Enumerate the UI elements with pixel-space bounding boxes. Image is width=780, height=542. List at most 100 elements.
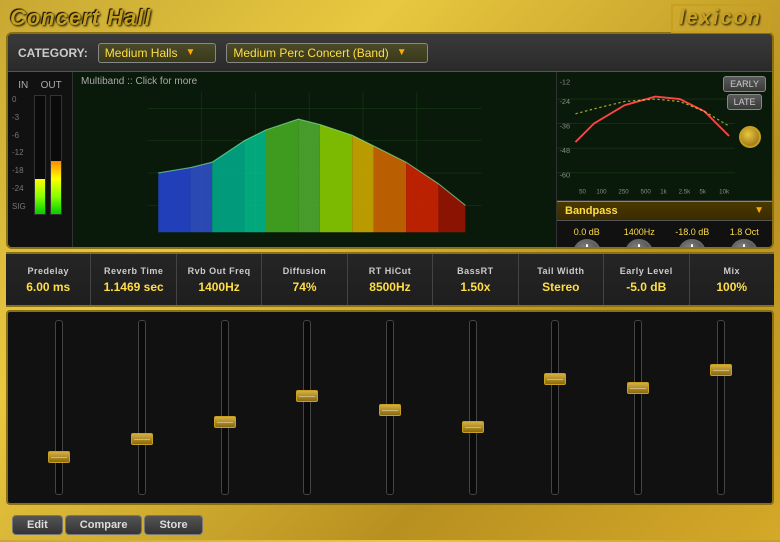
bandpass-bar[interactable]: Bandpass ▼ bbox=[557, 201, 772, 221]
scale-12: -12 bbox=[12, 148, 26, 157]
early-late-controls: EARLY LATE bbox=[723, 76, 766, 110]
fader-5 bbox=[349, 320, 432, 495]
eq-knob-level: 0.0 dB LEVEL bbox=[570, 227, 603, 249]
scale-sig: SIG bbox=[12, 202, 26, 211]
param-diffusion[interactable]: Diffusion 74% bbox=[262, 254, 347, 305]
display-area: IN OUT 0 -3 -6 -12 -18 -24 SIG bbox=[8, 72, 772, 247]
fader-8 bbox=[597, 320, 680, 495]
spectrum-display[interactable]: Multiband :: Click for more bbox=[73, 72, 557, 247]
shelf-knob[interactable] bbox=[678, 239, 706, 249]
main-container: Concert Hall lexicon CATEGORY: Medium Ha… bbox=[0, 0, 780, 540]
fader-4-thumb[interactable] bbox=[296, 390, 318, 402]
svg-text:-12: -12 bbox=[559, 77, 570, 86]
param-rvb-freq[interactable]: Rvb Out Freq 1400Hz bbox=[177, 254, 262, 305]
category-label: CATEGORY: bbox=[18, 46, 88, 60]
svg-text:100: 100 bbox=[596, 189, 607, 196]
fader-5-thumb[interactable] bbox=[379, 404, 401, 416]
bandpass-arrow-icon: ▼ bbox=[754, 205, 764, 216]
svg-text:1k: 1k bbox=[660, 189, 667, 196]
tail-width-value: Stereo bbox=[542, 280, 579, 294]
fader-3-track[interactable] bbox=[221, 320, 229, 495]
scale-6: -6 bbox=[12, 131, 26, 140]
fader-2-thumb[interactable] bbox=[131, 433, 153, 445]
fader-1-thumb[interactable] bbox=[48, 451, 70, 463]
fader-4-track[interactable] bbox=[303, 320, 311, 495]
predelay-value: 6.00 ms bbox=[26, 280, 70, 294]
out-label: OUT bbox=[41, 80, 62, 91]
out-meter bbox=[50, 95, 62, 215]
fader-8-thumb[interactable] bbox=[627, 382, 649, 394]
fader-3 bbox=[183, 320, 266, 495]
early-button[interactable]: EARLY bbox=[723, 76, 766, 92]
param-rt-hicut[interactable]: RT HiCut 8500Hz bbox=[348, 254, 433, 305]
fader-6-thumb[interactable] bbox=[462, 421, 484, 433]
eq-display: -12 -24 -36 -48 -60 50 100 250 500 1k 2.… bbox=[557, 72, 772, 201]
compare-button[interactable]: Compare bbox=[65, 515, 143, 535]
bandpass-label: Bandpass bbox=[565, 205, 618, 217]
band-value: 1.8 Oct bbox=[730, 227, 759, 237]
fader-2 bbox=[101, 320, 184, 495]
early-level-value: -5.0 dB bbox=[626, 280, 666, 294]
svg-text:-36: -36 bbox=[559, 122, 570, 131]
fader-3-thumb[interactable] bbox=[214, 416, 236, 428]
fader-7-thumb[interactable] bbox=[544, 373, 566, 385]
fader-5-track[interactable] bbox=[386, 320, 394, 495]
fader-6 bbox=[431, 320, 514, 495]
svg-text:-24: -24 bbox=[559, 97, 570, 106]
svg-text:5k: 5k bbox=[700, 189, 707, 196]
late-button[interactable]: LATE bbox=[727, 94, 763, 110]
preset-arrow-icon: ▼ bbox=[397, 47, 407, 58]
svg-text:50: 50 bbox=[579, 189, 586, 196]
early-late-knob[interactable] bbox=[739, 126, 761, 148]
fader-2-track[interactable] bbox=[138, 320, 146, 495]
fader-6-track[interactable] bbox=[469, 320, 477, 495]
band-knob[interactable] bbox=[730, 239, 758, 249]
fader-4 bbox=[266, 320, 349, 495]
svg-text:10k: 10k bbox=[719, 189, 730, 196]
edit-button[interactable]: Edit bbox=[12, 515, 63, 535]
category-value: Medium Halls bbox=[105, 46, 178, 60]
rt-hicut-value: 8500Hz bbox=[369, 280, 410, 294]
fader-8-track[interactable] bbox=[634, 320, 642, 495]
reverb-time-label: Reverb Time bbox=[104, 266, 163, 276]
scale-24: -24 bbox=[12, 184, 26, 193]
eq-knob-band: 1.8 Oct BAND bbox=[730, 227, 759, 249]
param-reverb-time[interactable]: Reverb Time 1.1469 sec bbox=[91, 254, 176, 305]
fader-1-track[interactable] bbox=[55, 320, 63, 495]
param-predelay[interactable]: Predelay 6.00 ms bbox=[6, 254, 91, 305]
spectrum-svg bbox=[77, 76, 552, 243]
preset-value: Medium Perc Concert (Band) bbox=[233, 46, 388, 60]
shelf-value: -18.0 dB bbox=[675, 227, 709, 237]
meters-panel: IN OUT 0 -3 -6 -12 -18 -24 SIG bbox=[8, 72, 73, 247]
scale-18: -18 bbox=[12, 166, 26, 175]
preset-dropdown[interactable]: Medium Perc Concert (Band) ▼ bbox=[226, 43, 427, 63]
early-level-label: Early Level bbox=[620, 266, 673, 276]
fader-1 bbox=[18, 320, 101, 495]
params-row: Predelay 6.00 ms Reverb Time 1.1469 sec … bbox=[6, 252, 774, 307]
fader-9-thumb[interactable] bbox=[710, 364, 732, 376]
meter-labels: IN OUT bbox=[12, 80, 68, 91]
store-button[interactable]: Store bbox=[144, 515, 202, 535]
param-early-level[interactable]: Early Level -5.0 dB bbox=[604, 254, 689, 305]
level-knob[interactable] bbox=[573, 239, 601, 249]
rvb-freq-label: Rvb Out Freq bbox=[188, 266, 251, 276]
plugin-body: CATEGORY: Medium Halls ▼ Medium Perc Con… bbox=[6, 32, 774, 249]
svg-text:250: 250 bbox=[618, 189, 629, 196]
spectrum-label: Multiband :: Click for more bbox=[81, 76, 197, 87]
category-dropdown[interactable]: Medium Halls ▼ bbox=[98, 43, 217, 63]
svg-text:-48: -48 bbox=[559, 146, 570, 155]
param-tail-width[interactable]: Tail Width Stereo bbox=[519, 254, 604, 305]
in-meter-fill bbox=[35, 179, 45, 214]
fader-9-track[interactable] bbox=[717, 320, 725, 495]
param-bassrt[interactable]: BassRT 1.50x bbox=[433, 254, 518, 305]
tail-width-label: Tail Width bbox=[537, 266, 584, 276]
category-arrow-icon: ▼ bbox=[185, 47, 195, 58]
bassrt-value: 1.50x bbox=[460, 280, 490, 294]
fader-7-track[interactable] bbox=[551, 320, 559, 495]
in-meter bbox=[34, 95, 46, 215]
param-mix[interactable]: Mix 100% bbox=[690, 254, 774, 305]
category-bar: CATEGORY: Medium Halls ▼ Medium Perc Con… bbox=[8, 34, 772, 72]
diffusion-label: Diffusion bbox=[283, 266, 327, 276]
rvb-freq-value: 1400Hz bbox=[198, 280, 239, 294]
freq-knob[interactable] bbox=[625, 239, 653, 249]
